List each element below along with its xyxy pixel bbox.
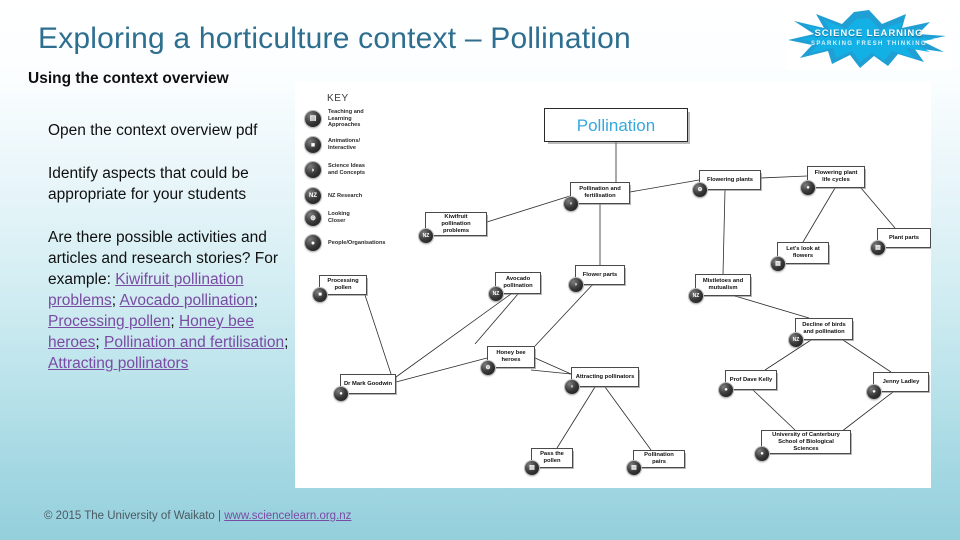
key-item: ■ Animations/ Interactive bbox=[305, 137, 360, 153]
key-item: ⊕ Looking Closer bbox=[305, 210, 350, 226]
list-item: ඲ Are there possible activities and arti… bbox=[26, 227, 298, 374]
looking-closer-icon: ⊕ bbox=[305, 210, 321, 226]
diagram-node-jennyladley[interactable]: Jenny Ladley bbox=[873, 372, 929, 392]
bullet-marker-icon: ඲ bbox=[26, 227, 48, 246]
bullet-marker-icon: ඲ bbox=[26, 163, 48, 182]
diagram-node-polfert[interactable]: Pollination and fertilisation bbox=[570, 182, 630, 204]
diagram-node-canterbury[interactable]: University of Canterbury School of Biolo… bbox=[761, 430, 851, 454]
diagram-node-icon-markgoodwin: ● bbox=[334, 387, 348, 401]
inline-link[interactable]: Attracting pollinators bbox=[48, 355, 188, 372]
key-item-label: Science Ideas and Concepts bbox=[328, 163, 365, 176]
key-item: ▤ Teaching and Learning Approaches bbox=[305, 109, 364, 129]
diagram-node-icon-floweringpl: ⊕ bbox=[693, 183, 707, 197]
science-ideas-and-concepts-icon: ◗ bbox=[305, 162, 321, 178]
bullet-list: ඲ Open the context overview pdf ඲ Identi… bbox=[26, 120, 298, 396]
diagram-node-icon-flowerparts: ◗ bbox=[569, 278, 583, 292]
diagram-node-floweringpl[interactable]: Flowering plants bbox=[699, 170, 761, 190]
diagram-node-icon-jennyladley: ● bbox=[867, 385, 881, 399]
sciencelearn-link[interactable]: www.sciencelearn.org.nz bbox=[224, 510, 351, 522]
key-item-label: Teaching and Learning Approaches bbox=[328, 109, 364, 129]
diagram-node-icon-lifecycles: ● bbox=[801, 181, 815, 195]
diagram-node-icon-canterbury: ● bbox=[755, 447, 769, 461]
diagram-node-icon-letslook: ▤ bbox=[771, 257, 785, 271]
key-item-label: People/Organisations bbox=[328, 240, 386, 247]
context-overview-diagram[interactable]: KEY ▤ Teaching and Learning Approaches ■… bbox=[295, 82, 931, 488]
diagram-node-icon-polfert: ◗ bbox=[564, 197, 578, 211]
inline-link[interactable]: Avocado pollination bbox=[120, 292, 254, 309]
inline-link[interactable]: Pollination and fertilisation bbox=[104, 334, 284, 351]
bullet-text-with-links: Are there possible activities and articl… bbox=[48, 227, 298, 374]
diagram-connectors bbox=[295, 82, 931, 488]
copyright-text: © 2015 The University of Waikato | bbox=[44, 510, 221, 522]
diagram-node-icon-kiwifruit: NZ bbox=[419, 229, 433, 243]
inline-link[interactable]: Processing pollen bbox=[48, 313, 170, 330]
diagram-node-attracting[interactable]: Attracting pollinators bbox=[571, 367, 639, 387]
starburst-icon bbox=[786, 8, 952, 70]
diagram-node-letslook[interactable]: Let's look at flowers bbox=[777, 242, 829, 264]
diagram-node-declinebirds[interactable]: Decline of birds and pollination bbox=[795, 318, 853, 340]
science-learning-logo: SCIENCE LEARNING SPARKING FRESH THINKING bbox=[786, 8, 952, 70]
diagram-node-polpairs[interactable]: Pollination pairs bbox=[633, 450, 685, 468]
diagram-node-icon-honeybee: ⊕ bbox=[481, 361, 495, 375]
diagram-node-lifecycles[interactable]: Flowering plant life cycles bbox=[807, 166, 865, 188]
diagram-node-icon-attracting: ◗ bbox=[565, 380, 579, 394]
teaching-and-learning-approaches-icon: ▤ bbox=[305, 111, 321, 127]
diagram-root-node[interactable]: Pollination bbox=[544, 108, 688, 142]
key-item-label: Looking Closer bbox=[328, 211, 350, 224]
logo-name: SCIENCE LEARNING bbox=[786, 28, 952, 39]
key-item-label: NZ Research bbox=[328, 193, 362, 200]
diagram-node-icon-declinebirds: NZ bbox=[789, 333, 803, 347]
animations-interactive-icon: ■ bbox=[305, 137, 321, 153]
diagram-node-icon-plantparts: ▤ bbox=[871, 241, 885, 255]
key-item: ◗ Science Ideas and Concepts bbox=[305, 162, 365, 178]
list-item: ඲ Identify aspects that could be appropr… bbox=[26, 163, 298, 205]
diagram-node-icon-avocado: NZ bbox=[489, 287, 503, 301]
footer: © 2015 The University of Waikato | www.s… bbox=[44, 510, 351, 522]
diagram-node-icon-processing: ■ bbox=[313, 288, 327, 302]
bullet-text: Open the context overview pdf bbox=[48, 120, 257, 141]
key-item: NZ NZ Research bbox=[305, 188, 362, 204]
bullet-text: Identify aspects that could be appropria… bbox=[48, 163, 298, 205]
diagram-node-icon-passpollen: ▤ bbox=[525, 461, 539, 475]
diagram-node-davekelly[interactable]: Prof Dave Kelly bbox=[725, 370, 777, 390]
diagram-node-kiwifruit[interactable]: Kiwifruit pollination problems bbox=[425, 212, 487, 236]
diagram-node-mistletoes[interactable]: Mistletoes and mutualism bbox=[695, 274, 751, 296]
diagram-node-icon-polpairs: ▤ bbox=[627, 461, 641, 475]
slide: Exploring a horticulture context – Polli… bbox=[0, 0, 960, 540]
page-title: Exploring a horticulture context – Polli… bbox=[38, 22, 758, 56]
key-item-label: Animations/ Interactive bbox=[328, 138, 360, 151]
key-title: KEY bbox=[327, 93, 349, 104]
list-item: ඲ Open the context overview pdf bbox=[26, 120, 298, 141]
people-organisations-icon: ● bbox=[305, 235, 321, 251]
diagram-node-icon-davekelly: ● bbox=[719, 383, 733, 397]
bullet-marker-icon: ඲ bbox=[26, 120, 48, 139]
key-item: ● People/Organisations bbox=[305, 235, 386, 251]
diagram-node-icon-mistletoes: NZ bbox=[689, 289, 703, 303]
diagram-node-plantparts[interactable]: Plant parts bbox=[877, 228, 931, 248]
diagram-node-markgoodwin[interactable]: Dr Mark Goodwin bbox=[340, 374, 396, 394]
slide-subtitle: Using the context overview bbox=[28, 70, 229, 88]
logo-tagline: SPARKING FRESH THINKING bbox=[786, 41, 952, 47]
nz-research-icon: NZ bbox=[305, 188, 321, 204]
